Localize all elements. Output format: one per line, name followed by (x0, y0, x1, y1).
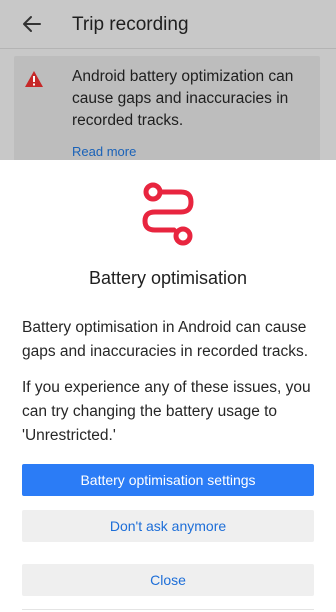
battery-settings-button[interactable]: Battery optimisation settings (22, 464, 314, 496)
route-icon (135, 181, 201, 247)
divider (22, 609, 314, 610)
page-title: Trip recording (72, 14, 189, 35)
background-screen: Trip recording Android battery optimizat… (0, 0, 336, 176)
dialog-paragraph-2: If you experience any of these issues, y… (22, 379, 311, 444)
app-bar: Trip recording (0, 0, 336, 49)
close-button[interactable]: Close (22, 564, 314, 596)
warning-text: Android battery optimization can cause g… (72, 68, 294, 129)
dont-ask-button[interactable]: Don't ask anymore (22, 510, 314, 542)
read-more-link[interactable]: Read more (72, 144, 136, 159)
dialog-title: Battery optimisation (88, 268, 248, 288)
dialog-paragraph-1: Battery optimisation in Android can caus… (22, 319, 309, 360)
battery-warning-card: Android battery optimization can cause g… (14, 56, 320, 176)
battery-optimisation-dialog: Battery optimisation Battery optimisatio… (0, 160, 336, 612)
arrow-left-icon[interactable] (20, 12, 44, 36)
warning-triangle-icon (24, 70, 44, 88)
